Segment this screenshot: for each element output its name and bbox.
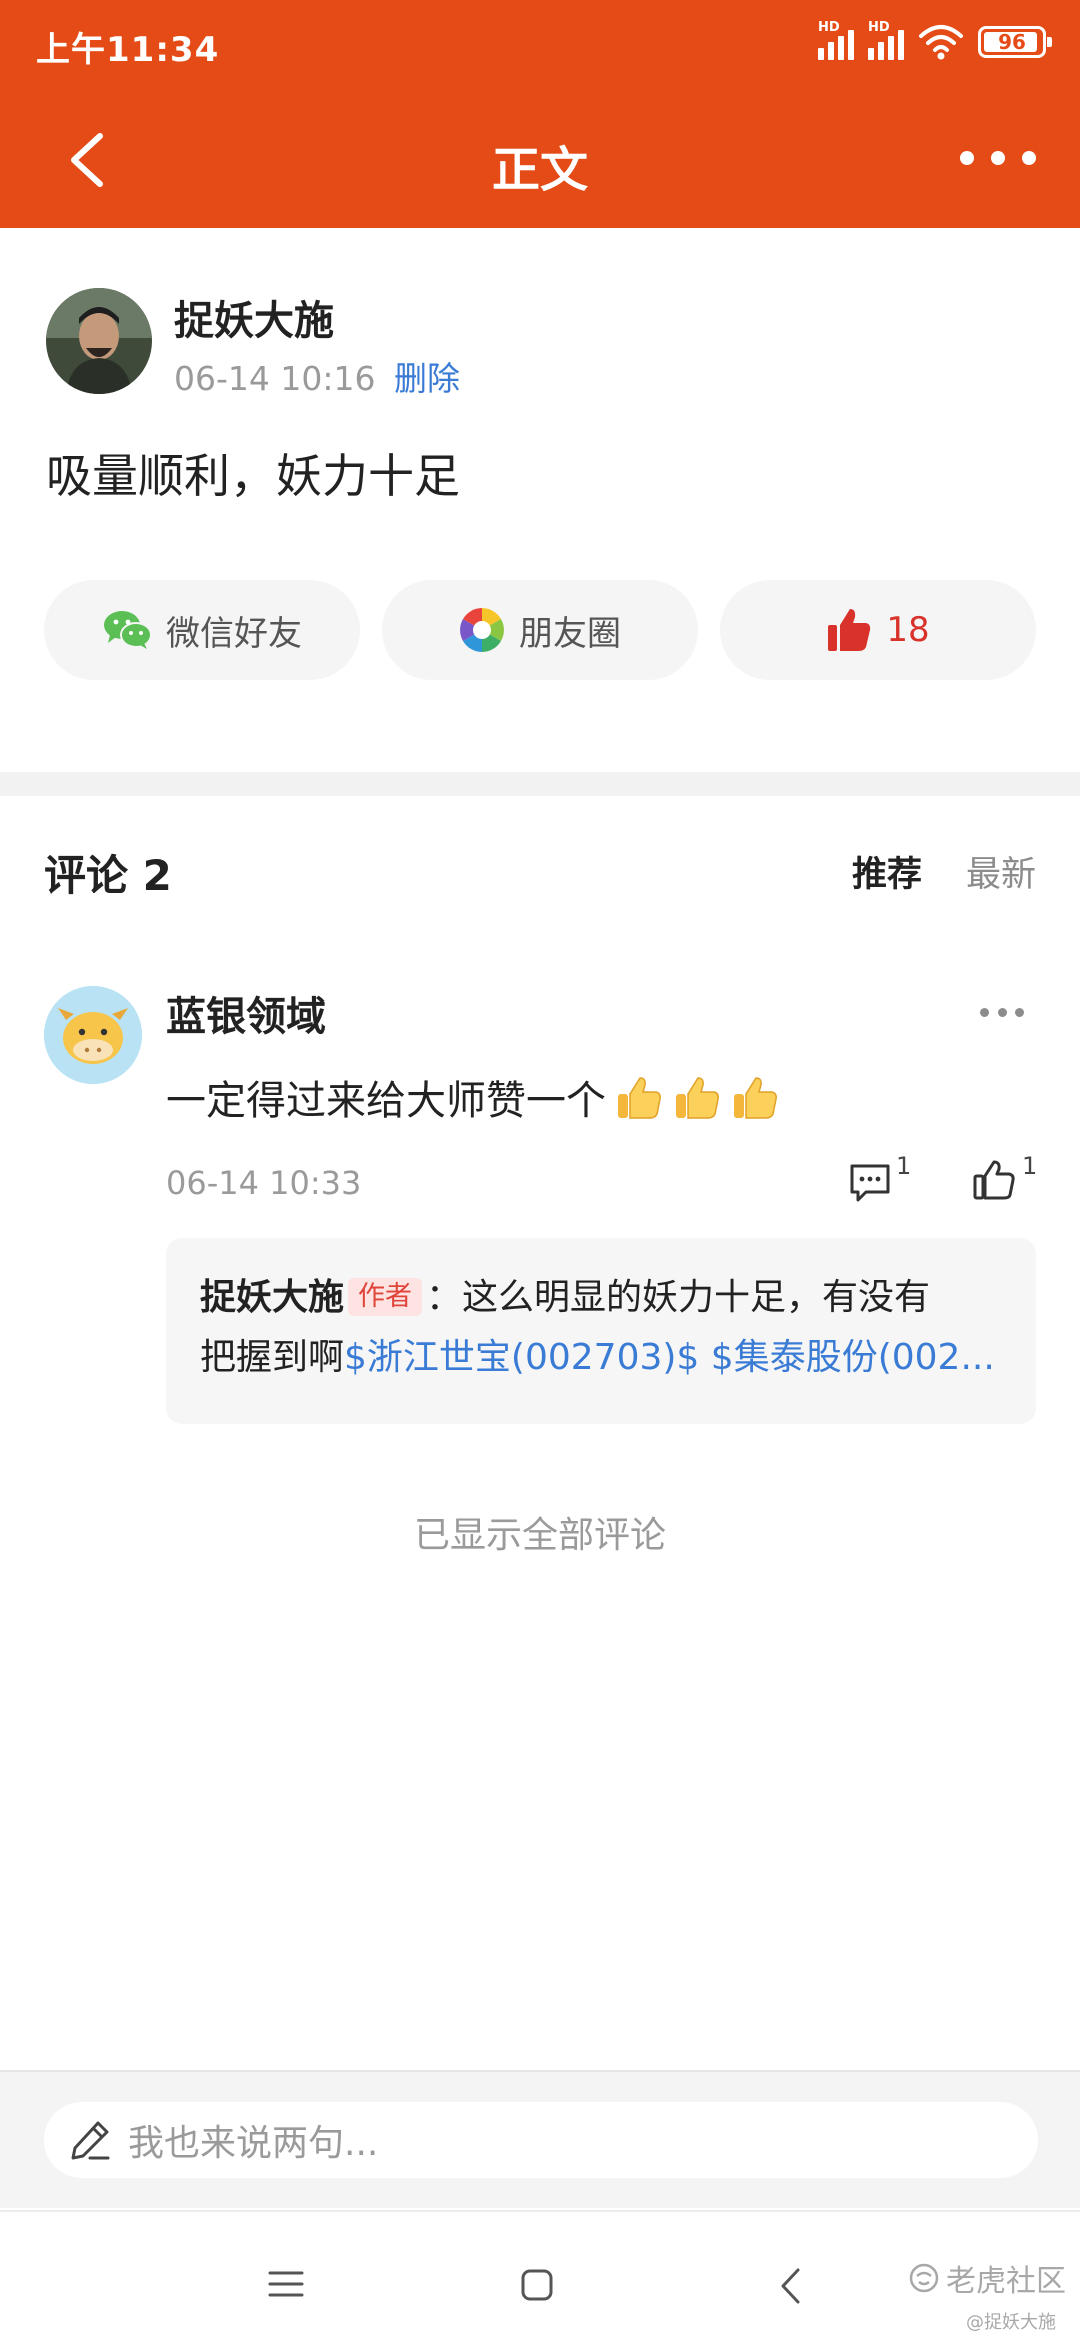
- share-moments-label: 朋友圈: [519, 613, 621, 654]
- signal-icon: HD: [818, 20, 854, 60]
- share-wechat-label: 微信好友: [166, 613, 302, 654]
- thumbs-up-emoji: [734, 1077, 777, 1119]
- watermark-brand: 老虎社区: [946, 2264, 1066, 2299]
- sort-latest-tab[interactable]: 最新: [966, 846, 1036, 897]
- stock-link[interactable]: $集泰股份(002...: [711, 1337, 995, 1378]
- all-comments-shown: 已显示全部评论: [413, 1515, 666, 1556]
- thumbs-up-icon: [828, 609, 871, 651]
- post-content: 吸量顺利，妖力十足: [46, 449, 460, 503]
- reply-count: 1: [896, 1152, 912, 1180]
- pencil-icon: [71, 2121, 110, 2160]
- page-title: 正文: [491, 142, 588, 198]
- stock-link[interactable]: $浙江世宝(002703)$: [344, 1337, 699, 1378]
- thumbs-up-emoji: [676, 1077, 719, 1119]
- comment-input-placeholder: 我也来说两句...: [128, 2123, 379, 2164]
- status-icons: HD HD 96: [818, 20, 1052, 60]
- wechat-icon: [104, 611, 152, 649]
- nav-bar: 正文: [0, 92, 1080, 228]
- share-moments-button[interactable]: 朋友圈: [382, 580, 698, 680]
- home-icon[interactable]: [520, 2268, 554, 2302]
- tiger-logo-icon: [909, 2263, 939, 2293]
- moments-icon: [460, 608, 504, 652]
- thumbs-up-emoji: [618, 1077, 661, 1119]
- reply-author[interactable]: 捉妖大施: [200, 1277, 344, 1318]
- post-time: 06-14 10:16: [174, 359, 376, 398]
- system-nav-bar: 老虎社区 @捉妖大施: [0, 2210, 1080, 2340]
- status-bar: 上午11:34 HD HD 96: [0, 0, 1080, 92]
- comments-title: 评论 2: [44, 851, 172, 900]
- post-like-button[interactable]: 18: [720, 580, 1036, 680]
- comment-like-count: 1: [1022, 1152, 1038, 1180]
- reply-icon[interactable]: [848, 1160, 892, 1204]
- comment-input[interactable]: 我也来说两句...: [44, 2102, 1038, 2178]
- reply-preview[interactable]: 捉妖大施 作者 ：这么明显的妖力十足，有没有 把握到啊$浙江世宝(002703)$ …: [166, 1238, 1036, 1424]
- battery-icon: 96: [978, 26, 1052, 58]
- comment-text-content: 一定得过来给大师赞一个: [166, 1078, 606, 1124]
- delete-link[interactable]: 删除: [394, 359, 460, 398]
- status-time: 上午11:34: [36, 30, 220, 70]
- commenter-avatar[interactable]: [44, 986, 142, 1084]
- comment-text: 一定得过来给大师赞一个: [166, 1068, 780, 1126]
- system-back-icon[interactable]: [778, 2266, 804, 2306]
- reply-colon: ：: [426, 1277, 463, 1318]
- hd-label: HD: [868, 20, 890, 35]
- reply-line-2: 把握到啊$浙江世宝(002703)$ $集泰股份(002...: [200, 1328, 1002, 1388]
- recent-apps-icon[interactable]: [268, 2270, 304, 2298]
- battery-level: 96: [998, 30, 1026, 54]
- reply-text-2: 把握到啊: [200, 1337, 345, 1378]
- reply-text-1: 这么明显的妖力十足，有没有: [462, 1277, 931, 1318]
- post-like-count: 18: [886, 610, 930, 650]
- author-tag-badge: 作者: [348, 1278, 423, 1316]
- like-icon[interactable]: [972, 1158, 1016, 1202]
- commenter-name[interactable]: 蓝银领域: [166, 984, 326, 1042]
- comment-time: 06-14 10:33: [166, 1164, 362, 1202]
- share-wechat-button[interactable]: 微信好友: [44, 580, 360, 680]
- author-name[interactable]: 捉妖大施: [174, 288, 334, 346]
- watermark-sub: @捉妖大施: [966, 2312, 1056, 2333]
- post-meta: 06-14 10:16 删除: [174, 352, 460, 400]
- more-options-icon[interactable]: [960, 144, 1036, 172]
- author-avatar[interactable]: [46, 288, 152, 394]
- signal-icon: HD: [868, 20, 904, 60]
- comment-more-icon[interactable]: [980, 1004, 1024, 1020]
- comment-input-bar: 我也来说两句...: [0, 2070, 1080, 2208]
- sort-recommended-tab[interactable]: 推荐: [852, 846, 922, 897]
- section-divider: [0, 772, 1080, 796]
- reply-line-1: 捉妖大施 作者 ：这么明显的妖力十足，有没有: [200, 1268, 1002, 1328]
- watermark: 老虎社区: [908, 2256, 1066, 2300]
- wifi-icon: [919, 25, 963, 60]
- hd-label: HD: [818, 20, 840, 35]
